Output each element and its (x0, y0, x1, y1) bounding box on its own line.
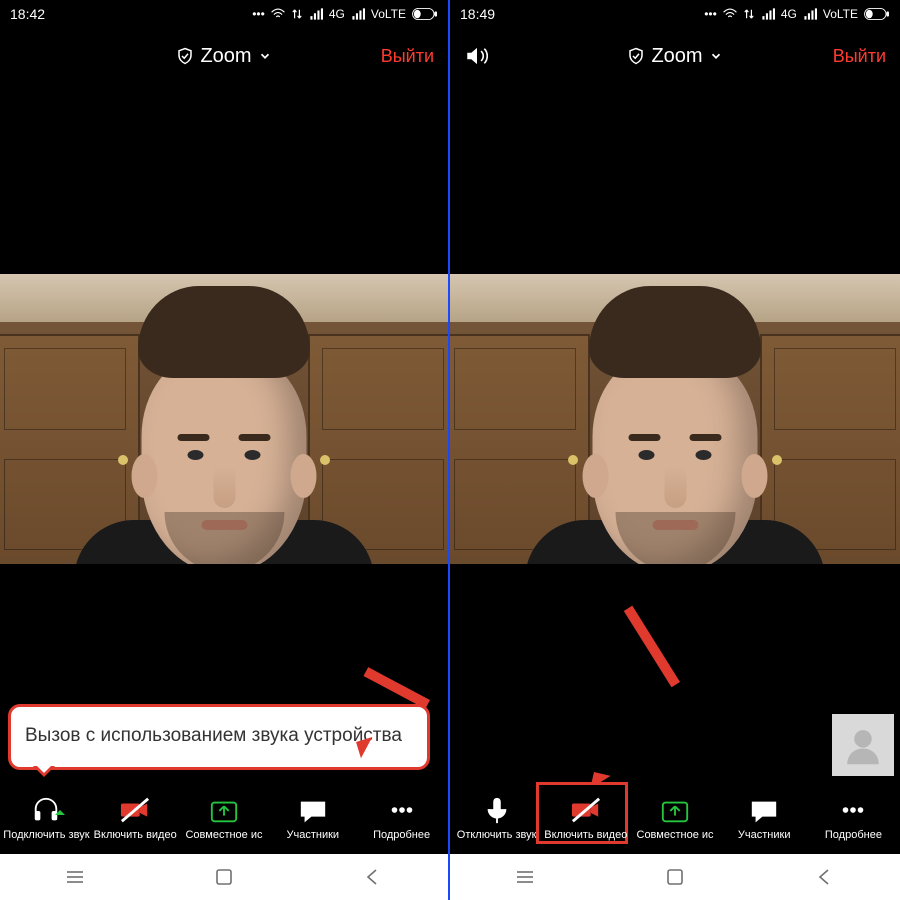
chevron-down-icon (709, 49, 723, 63)
phone-right: 18:49 ••• 4G VoLTE Zoom Выйти (450, 0, 900, 900)
zoom-bottom-toolbar: Подключить звук Включить видео Совместно… (0, 782, 448, 854)
status-indicators: ••• 4G VoLTE (704, 7, 890, 21)
status-time: 18:42 (10, 6, 45, 22)
network-4g: 4G (329, 7, 345, 21)
audio-device-popup[interactable]: Вызов с использованием звука устройства (8, 704, 430, 770)
signal-icon-2 (803, 8, 817, 20)
more-dots-icon: ••• (704, 7, 717, 21)
start-video-button[interactable]: Включить видео (91, 795, 180, 841)
start-video-label: Включить видео (94, 829, 177, 841)
annotation-arrow (590, 682, 680, 782)
video-black-bottom (450, 564, 900, 782)
battery-icon (864, 8, 890, 20)
share-screen-label: Совместное ис (185, 829, 262, 841)
speaker-icon[interactable] (464, 43, 490, 69)
android-back-button[interactable] (361, 865, 385, 889)
connect-audio-button[interactable]: Подключить звук (2, 795, 91, 841)
signal-icon-2 (351, 8, 365, 20)
more-label: Подробнее (825, 829, 882, 841)
video-black-bottom: Вызов с использованием звука устройства (0, 564, 448, 782)
video-black-top (0, 84, 448, 274)
share-screen-button[interactable]: Совместное ис (630, 795, 719, 841)
start-video-button[interactable]: Включить видео (541, 795, 630, 841)
android-nav-bar (0, 854, 448, 900)
video-black-top (450, 84, 900, 274)
audio-device-popup-text: Вызов с использованием звука устройства (25, 725, 402, 746)
video-feed[interactable] (0, 274, 448, 564)
more-button[interactable]: Подробнее (357, 795, 446, 841)
android-nav-bar (450, 854, 900, 900)
battery-icon (412, 8, 438, 20)
video-feed[interactable] (450, 274, 900, 564)
shield-icon (627, 47, 645, 65)
share-screen-label: Совместное ис (637, 829, 714, 841)
zoom-bottom-toolbar: Отключить звук Включить видео Совместное… (450, 782, 900, 854)
participants-button[interactable]: Участники (720, 795, 809, 841)
status-time: 18:49 (460, 6, 495, 22)
android-back-button[interactable] (813, 865, 837, 889)
more-dots-icon: ••• (252, 7, 265, 21)
zoom-title-text: Zoom (651, 45, 702, 68)
wifi-icon (723, 8, 737, 20)
self-view-thumbnail[interactable] (832, 714, 894, 776)
data-updown-icon (743, 8, 755, 20)
participants-button[interactable]: Участники (268, 795, 357, 841)
android-home-button[interactable] (663, 865, 687, 889)
start-video-label: Включить видео (544, 829, 627, 841)
zoom-title-text: Zoom (200, 45, 251, 68)
status-indicators: ••• 4G VoLTE (252, 7, 438, 21)
volte-label: VoLTE (371, 7, 406, 21)
share-screen-button[interactable]: Совместное ис (180, 795, 269, 841)
phone-left: 18:42 ••• 4G VoLTE Zoom Выйти (0, 0, 450, 900)
android-status-bar: 18:42 ••• 4G VoLTE (0, 0, 448, 28)
android-recents-button[interactable] (63, 865, 87, 889)
more-label: Подробнее (373, 829, 430, 841)
volte-label: VoLTE (823, 7, 858, 21)
leave-button[interactable]: Выйти (833, 46, 886, 67)
more-button[interactable]: Подробнее (809, 795, 898, 841)
wifi-icon (271, 8, 285, 20)
android-status-bar: 18:49 ••• 4G VoLTE (450, 0, 900, 28)
network-4g: 4G (781, 7, 797, 21)
connect-audio-label: Подключить звук (3, 829, 89, 841)
leave-button[interactable]: Выйти (381, 46, 434, 67)
shield-icon (176, 47, 194, 65)
participants-label: Участники (738, 829, 791, 841)
avatar-placeholder-icon (842, 724, 884, 766)
signal-icon (309, 8, 323, 20)
zoom-top-bar: Zoom Выйти (450, 28, 900, 84)
signal-icon (761, 8, 775, 20)
android-recents-button[interactable] (513, 865, 537, 889)
participants-label: Участники (287, 829, 340, 841)
up-arrow-icon (55, 805, 65, 815)
mute-audio-button[interactable]: Отключить звук (452, 795, 541, 841)
zoom-top-bar: Zoom Выйти (0, 28, 448, 84)
mute-audio-label: Отключить звук (457, 829, 537, 841)
chevron-down-icon (258, 49, 272, 63)
data-updown-icon (291, 8, 303, 20)
android-home-button[interactable] (212, 865, 236, 889)
